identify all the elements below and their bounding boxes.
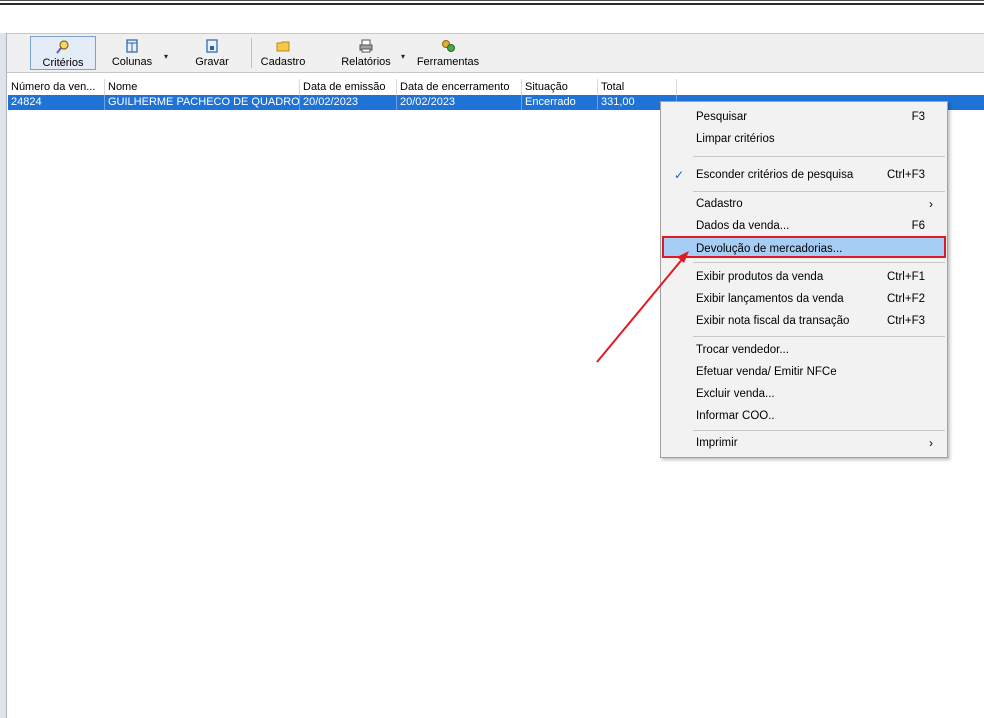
colunas-dropdown-icon[interactable]: ▾ [164, 52, 168, 61]
menu-item-devolucao-mercadorias[interactable]: Devolução de mercadorias... [662, 236, 946, 258]
menu-separator [693, 430, 945, 431]
left-panel-edge [0, 33, 7, 718]
tools-icon [442, 40, 455, 52]
menu-separator [693, 156, 945, 157]
column-header-nome[interactable]: Nome [105, 79, 300, 95]
context-menu: Pesquisar F3 Limpar critérios ✓ Esconder… [660, 101, 948, 458]
menu-item-cadastro[interactable]: Cadastro › [663, 193, 945, 215]
menu-item-label: Excluir venda... [696, 388, 775, 400]
toolbar: Critérios Colunas ▾ Gravar Cadastro Rela… [7, 33, 984, 73]
cadastro-button[interactable]: Cadastro [258, 36, 308, 70]
printer-icon [359, 39, 373, 53]
gravar-label: Gravar [195, 56, 229, 68]
column-header-emissao[interactable]: Data de emissão [300, 79, 397, 95]
column-header-total[interactable]: Total [598, 79, 677, 95]
grid-header: Número da ven... Nome Data de emissão Da… [8, 79, 984, 95]
cell-numero: 24824 [8, 95, 105, 110]
submenu-arrow-icon: › [929, 197, 933, 211]
cadastro-label: Cadastro [260, 56, 306, 68]
criterios-label: Critérios [42, 57, 84, 69]
menu-item-imprimir[interactable]: Imprimir › [663, 432, 945, 454]
colunas-button[interactable]: Colunas [107, 36, 157, 70]
menu-item-limpar-criterios[interactable]: Limpar critérios [663, 128, 945, 150]
menu-item-informar-coo[interactable]: Informar COO.. [663, 405, 945, 427]
cell-situacao: Encerrado [522, 95, 598, 110]
columns-icon [126, 39, 138, 53]
ferramentas-label: Ferramentas [416, 56, 480, 68]
ferramentas-button[interactable]: Ferramentas [415, 36, 481, 70]
menu-item-shortcut: F3 [911, 111, 925, 123]
menu-item-exibir-nota-fiscal[interactable]: Exibir nota fiscal da transação Ctrl+F3 [663, 310, 945, 332]
menu-separator [693, 191, 945, 192]
folder-icon [276, 41, 290, 52]
menu-item-shortcut: Ctrl+F2 [886, 293, 925, 305]
window: Critérios Colunas ▾ Gravar Cadastro Rela… [0, 0, 984, 718]
column-header-numero[interactable]: Número da ven... [8, 79, 105, 95]
toolbar-separator [251, 38, 252, 68]
window-top-edge [0, 0, 984, 1]
submenu-arrow-icon: › [929, 436, 933, 450]
menu-item-excluir-venda[interactable]: Excluir venda... [663, 383, 945, 405]
menu-item-shortcut: Ctrl+F1 [886, 271, 925, 283]
menu-item-dados-venda[interactable]: Dados da venda... F6 [663, 215, 945, 237]
menu-item-label: Limpar critérios [696, 133, 775, 145]
menu-item-label: Efetuar venda/ Emitir NFCe [696, 366, 837, 378]
menu-separator [693, 336, 945, 337]
menu-item-exibir-produtos[interactable]: Exibir produtos da venda Ctrl+F1 [663, 266, 945, 288]
menu-item-efetuar-venda[interactable]: Efetuar venda/ Emitir NFCe [663, 361, 945, 383]
menu-item-trocar-vendedor[interactable]: Trocar vendedor... [663, 339, 945, 361]
window-top-edge-dark [0, 3, 984, 5]
menu-item-label: Informar COO.. [696, 410, 775, 422]
menu-item-shortcut: F6 [911, 220, 925, 232]
menu-item-exibir-lancamentos[interactable]: Exibir lançamentos da venda Ctrl+F2 [663, 288, 945, 310]
menu-item-label: Imprimir [696, 437, 738, 449]
cell-encerramento: 20/02/2023 [397, 95, 522, 110]
menu-item-esconder-criterios[interactable]: ✓ Esconder critérios de pesquisa Ctrl+F3 [663, 164, 945, 186]
checkmark-icon: ✓ [673, 168, 685, 182]
menu-item-label: Cadastro [696, 198, 743, 210]
menu-item-label: Dados da venda... [696, 220, 790, 232]
criterios-button[interactable]: Critérios [30, 36, 96, 70]
menu-item-shortcut: Ctrl+F3 [886, 315, 925, 327]
menu-item-label: Exibir produtos da venda [696, 271, 824, 283]
cell-emissao: 20/02/2023 [300, 95, 397, 110]
menu-item-label: Esconder critérios de pesquisa [696, 169, 854, 181]
search-criteria-icon [56, 40, 69, 54]
menu-item-label: Exibir lançamentos da venda [696, 293, 844, 305]
menu-item-pesquisar[interactable]: Pesquisar F3 [663, 106, 945, 128]
menu-item-shortcut: Ctrl+F3 [886, 169, 925, 181]
menu-separator [693, 262, 945, 263]
save-layout-icon [206, 39, 218, 53]
cell-nome: GUILHERME PACHECO DE QUADROS [105, 95, 300, 110]
menu-item-label: Pesquisar [696, 111, 748, 123]
relatorios-button[interactable]: Relatórios [338, 36, 394, 70]
menu-item-label: Devolução de mercadorias... [696, 243, 843, 255]
column-header-encerramento[interactable]: Data de encerramento [397, 79, 522, 95]
relatorios-dropdown-icon[interactable]: ▾ [401, 52, 405, 61]
menu-item-label: Exibir nota fiscal da transação [696, 315, 850, 327]
column-header-situacao[interactable]: Situação [522, 79, 598, 95]
colunas-label: Colunas [111, 56, 153, 68]
menu-item-label: Trocar vendedor... [696, 344, 789, 356]
relatorios-label: Relatórios [341, 56, 391, 68]
gravar-button[interactable]: Gravar [189, 36, 235, 70]
